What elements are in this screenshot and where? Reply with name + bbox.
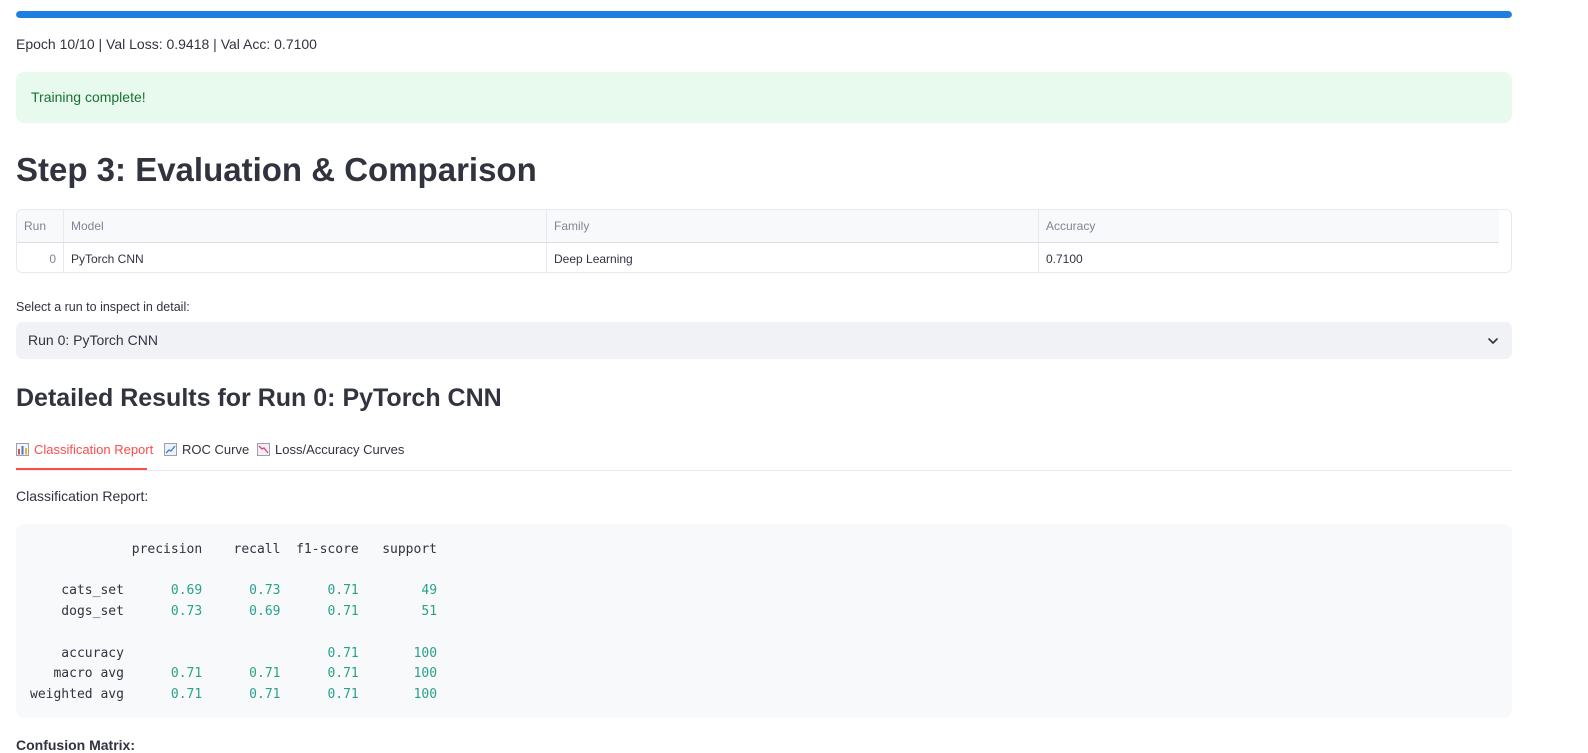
- report-value-precision: 0.71: [170, 686, 203, 702]
- table-header-row: Run Model Family Accuracy: [17, 210, 1499, 243]
- report-value-support: 100: [413, 666, 438, 682]
- bar-chart-icon: [16, 443, 29, 456]
- results-table[interactable]: Run Model Family Accuracy 0 PyTorch CNN …: [16, 209, 1512, 273]
- report-value-f1-score: 0.71: [327, 645, 359, 661]
- tab-label: Loss/Accuracy Curves: [275, 442, 405, 457]
- run-select-label: Select a run to inspect in detail:: [16, 300, 190, 314]
- tab-label: ROC Curve: [182, 442, 250, 457]
- column-header-family[interactable]: Family: [547, 210, 1039, 242]
- line-chart-down-icon: [257, 443, 270, 456]
- report-value-f1-score: 0.71: [327, 686, 359, 702]
- run-select-value: Run 0: PyTorch CNN: [28, 332, 158, 348]
- column-header-accuracy[interactable]: Accuracy: [1039, 210, 1499, 242]
- column-header-model[interactable]: Model: [64, 210, 547, 242]
- classification-report-title: Classification Report:: [16, 488, 149, 504]
- section-title: Step 3: Evaluation & Comparison: [16, 151, 537, 188]
- cell-family[interactable]: Deep Learning: [547, 243, 1039, 272]
- report-value-support: 100: [413, 686, 438, 702]
- report-value-recall: 0.69: [249, 604, 281, 620]
- column-header-run[interactable]: Run: [17, 210, 64, 242]
- classification-report-code-block: precision recall f1-score support cats_s…: [16, 524, 1512, 718]
- training-progress-bar: [16, 11, 1512, 18]
- report-value-recall: 0.73: [249, 583, 281, 599]
- success-alert: Training complete!: [16, 72, 1512, 123]
- tab-roc-curve[interactable]: ROC Curve: [164, 440, 249, 470]
- report-value-support: 49: [421, 583, 438, 599]
- epoch-status-text: Epoch 10/10 | Val Loss: 0.9418 | Val Acc…: [16, 36, 317, 52]
- classification-report-text: precision recall f1-score support cats_s…: [30, 542, 438, 702]
- report-value-support: 100: [413, 645, 438, 661]
- report-value-precision: 0.69: [170, 583, 203, 599]
- line-chart-up-icon: [164, 443, 177, 456]
- result-tabs: Classification Report ROC Curve Loss/Acc…: [16, 440, 1512, 471]
- report-value-f1-score: 0.71: [327, 604, 359, 620]
- cell-run[interactable]: 0: [17, 243, 64, 272]
- tab-label: Classification Report: [34, 442, 154, 457]
- detail-title: Detailed Results for Run 0: PyTorch CNN: [16, 384, 502, 412]
- report-value-support: 51: [421, 604, 438, 620]
- report-value-recall: 0.71: [249, 666, 281, 682]
- tab-loss-accuracy-curves[interactable]: Loss/Accuracy Curves: [257, 440, 404, 470]
- cell-accuracy[interactable]: 0.7100: [1039, 243, 1499, 272]
- report-value-recall: 0.71: [249, 686, 281, 702]
- table-row[interactable]: 0 PyTorch CNN Deep Learning 0.7100: [17, 243, 1499, 272]
- report-value-f1-score: 0.71: [327, 583, 359, 599]
- run-select-dropdown[interactable]: Run 0: PyTorch CNN: [16, 322, 1512, 359]
- report-value-precision: 0.73: [170, 604, 203, 620]
- success-alert-text: Training complete!: [31, 89, 146, 105]
- report-value-f1-score: 0.71: [327, 666, 359, 682]
- chevron-down-icon: [1488, 338, 1498, 344]
- cell-model[interactable]: PyTorch CNN: [64, 243, 547, 272]
- tab-classification-report[interactable]: Classification Report: [16, 440, 153, 470]
- progress-bar-fill: [16, 11, 1512, 18]
- report-value-precision: 0.71: [170, 666, 203, 682]
